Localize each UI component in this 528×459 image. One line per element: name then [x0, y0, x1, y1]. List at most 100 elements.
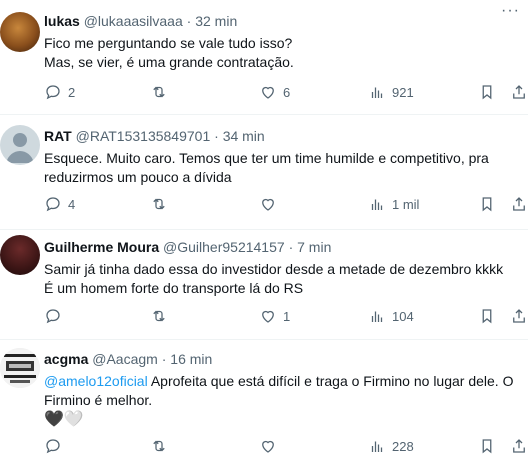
author-name[interactable]: Guilherme Moura: [44, 239, 159, 255]
views-count: 921: [392, 84, 414, 100]
bookmark-icon: [482, 85, 492, 100]
views-icon: [371, 87, 383, 98]
views-icon: [371, 311, 383, 322]
like-button[interactable]: 1: [259, 307, 290, 325]
share-icon: [513, 309, 525, 323]
author-name[interactable]: acgma: [44, 351, 88, 367]
views-button[interactable]: 921: [368, 83, 414, 101]
action-bar: 2 6 921: [0, 83, 528, 103]
action-bar: 228: [0, 437, 528, 457]
tweet[interactable]: lukas @lukaaasilvaaa · 32 min Fico me pe…: [0, 0, 528, 115]
default-avatar-icon: [6, 133, 34, 163]
like-count: 6: [283, 84, 291, 100]
bookmark-button[interactable]: [478, 195, 496, 213]
views-button[interactable]: 1 mil: [368, 195, 419, 213]
author-handle[interactable]: @Guilher95214157: [163, 239, 285, 255]
share-icon: [513, 439, 525, 453]
tweet-text: Samir já tinha dado essa do investidor d…: [44, 260, 528, 298]
bookmark-icon: [482, 309, 492, 324]
bookmark-icon: [482, 197, 492, 212]
timestamp[interactable]: 34 min: [223, 128, 265, 144]
author-handle[interactable]: @lukaaasilvaaa: [84, 13, 183, 29]
tweet[interactable]: Guilherme Moura @Guilher95214157 · 7 min…: [0, 230, 528, 340]
share-button[interactable]: [510, 437, 528, 455]
share-button[interactable]: [510, 83, 528, 101]
reply-count: 4: [68, 196, 76, 212]
reply-button[interactable]: [44, 437, 68, 455]
views-count: 1 mil: [392, 196, 420, 212]
tweet-text-line: reduzirmos um pouco a dívida: [44, 169, 232, 185]
timestamp[interactable]: 7 min: [297, 239, 331, 255]
retweet-icon: [153, 86, 165, 98]
views-icon: [371, 199, 383, 210]
reply-icon: [46, 85, 60, 100]
emoji-hearts: 🖤🤍: [44, 411, 84, 428]
avatar[interactable]: [0, 235, 40, 275]
views-button[interactable]: 228: [368, 437, 414, 455]
author-name[interactable]: RAT: [44, 128, 72, 144]
tweet-text-line: Mas, se vier, é uma grande contratação.: [44, 54, 294, 70]
avatar[interactable]: [0, 348, 40, 388]
like-button[interactable]: [259, 195, 283, 213]
author-handle[interactable]: @Aacagm: [92, 351, 158, 367]
retweet-button[interactable]: [150, 437, 174, 455]
timestamp[interactable]: 16 min: [170, 351, 212, 367]
bookmark-button[interactable]: [478, 307, 496, 325]
retweet-icon: [153, 310, 165, 322]
author-handle[interactable]: @RAT153135849701: [76, 128, 211, 144]
tweet[interactable]: RAT @RAT153135849701 · 34 min Esquece. M…: [0, 115, 528, 230]
reply-icon: [46, 309, 60, 324]
avatar[interactable]: [0, 125, 40, 165]
views-button[interactable]: 104: [368, 307, 414, 325]
bookmark-icon: [482, 439, 492, 454]
tweet-text: Esquece. Muito caro. Temos que ter um ti…: [44, 149, 528, 187]
action-bar: 1 104: [0, 307, 528, 327]
tweet-text-line: Esquece. Muito caro. Temos que ter um ti…: [44, 150, 489, 166]
reply-button[interactable]: 2: [44, 83, 75, 101]
like-button[interactable]: 6: [259, 83, 290, 101]
bookmark-button[interactable]: [478, 83, 496, 101]
tweet[interactable]: acgma @Aacagm · 16 min @amelo12oficial A…: [0, 340, 528, 459]
like-count: 1: [283, 308, 291, 324]
tweet-text: Fico me perguntando se vale tudo isso? M…: [44, 34, 528, 72]
tweet-text-segment: Aprofeita que está difícil e traga o Fir…: [147, 373, 514, 389]
retweet-icon: [153, 440, 165, 452]
mention-link[interactable]: @amelo12oficial: [44, 373, 148, 389]
tweet-text-line: Fico me perguntando se vale tudo isso?: [44, 35, 293, 51]
separator-dot: ·: [161, 351, 167, 367]
tweet-text-line: @amelo12oficial Aprofeita que está difíc…: [44, 372, 528, 391]
separator-dot: ·: [186, 13, 192, 29]
retweet-button[interactable]: [150, 195, 174, 213]
reply-button[interactable]: [44, 307, 68, 325]
share-icon: [513, 197, 525, 211]
views-count: 228: [392, 438, 414, 454]
reply-button[interactable]: 4: [44, 195, 75, 213]
tweet-text: @amelo12oficial Aprofeita que está difíc…: [44, 372, 528, 429]
like-icon: [262, 310, 274, 323]
tweet-text-line: Samir já tinha dado essa do investidor d…: [44, 261, 504, 277]
reply-count: 2: [68, 84, 76, 100]
tweet-header: acgma @Aacagm · 16 min: [44, 350, 528, 368]
tweet-text-line: Firmino é melhor.: [44, 392, 153, 408]
separator-dot: ·: [288, 239, 294, 255]
retweet-icon: [153, 198, 165, 210]
author-name[interactable]: lukas: [44, 13, 80, 29]
views-count: 104: [392, 308, 414, 324]
timestamp[interactable]: 32 min: [195, 13, 237, 29]
share-button[interactable]: [510, 307, 528, 325]
reply-icon: [46, 197, 60, 212]
action-bar: 4 1 mil: [0, 195, 528, 215]
like-button[interactable]: [259, 437, 283, 455]
tweet-header: RAT @RAT153135849701 · 34 min: [44, 127, 528, 145]
like-icon: [262, 86, 274, 99]
retweet-button[interactable]: [150, 307, 174, 325]
retweet-button[interactable]: [150, 83, 174, 101]
tweet-header: Guilherme Moura @Guilher95214157 · 7 min: [44, 238, 528, 256]
share-button[interactable]: [510, 195, 528, 213]
more-icon[interactable]: ···: [501, 2, 520, 20]
bookmark-button[interactable]: [478, 437, 496, 455]
avatar[interactable]: [0, 12, 40, 52]
separator-dot: ·: [214, 128, 219, 144]
views-icon: [371, 441, 383, 452]
like-icon: [262, 198, 274, 211]
